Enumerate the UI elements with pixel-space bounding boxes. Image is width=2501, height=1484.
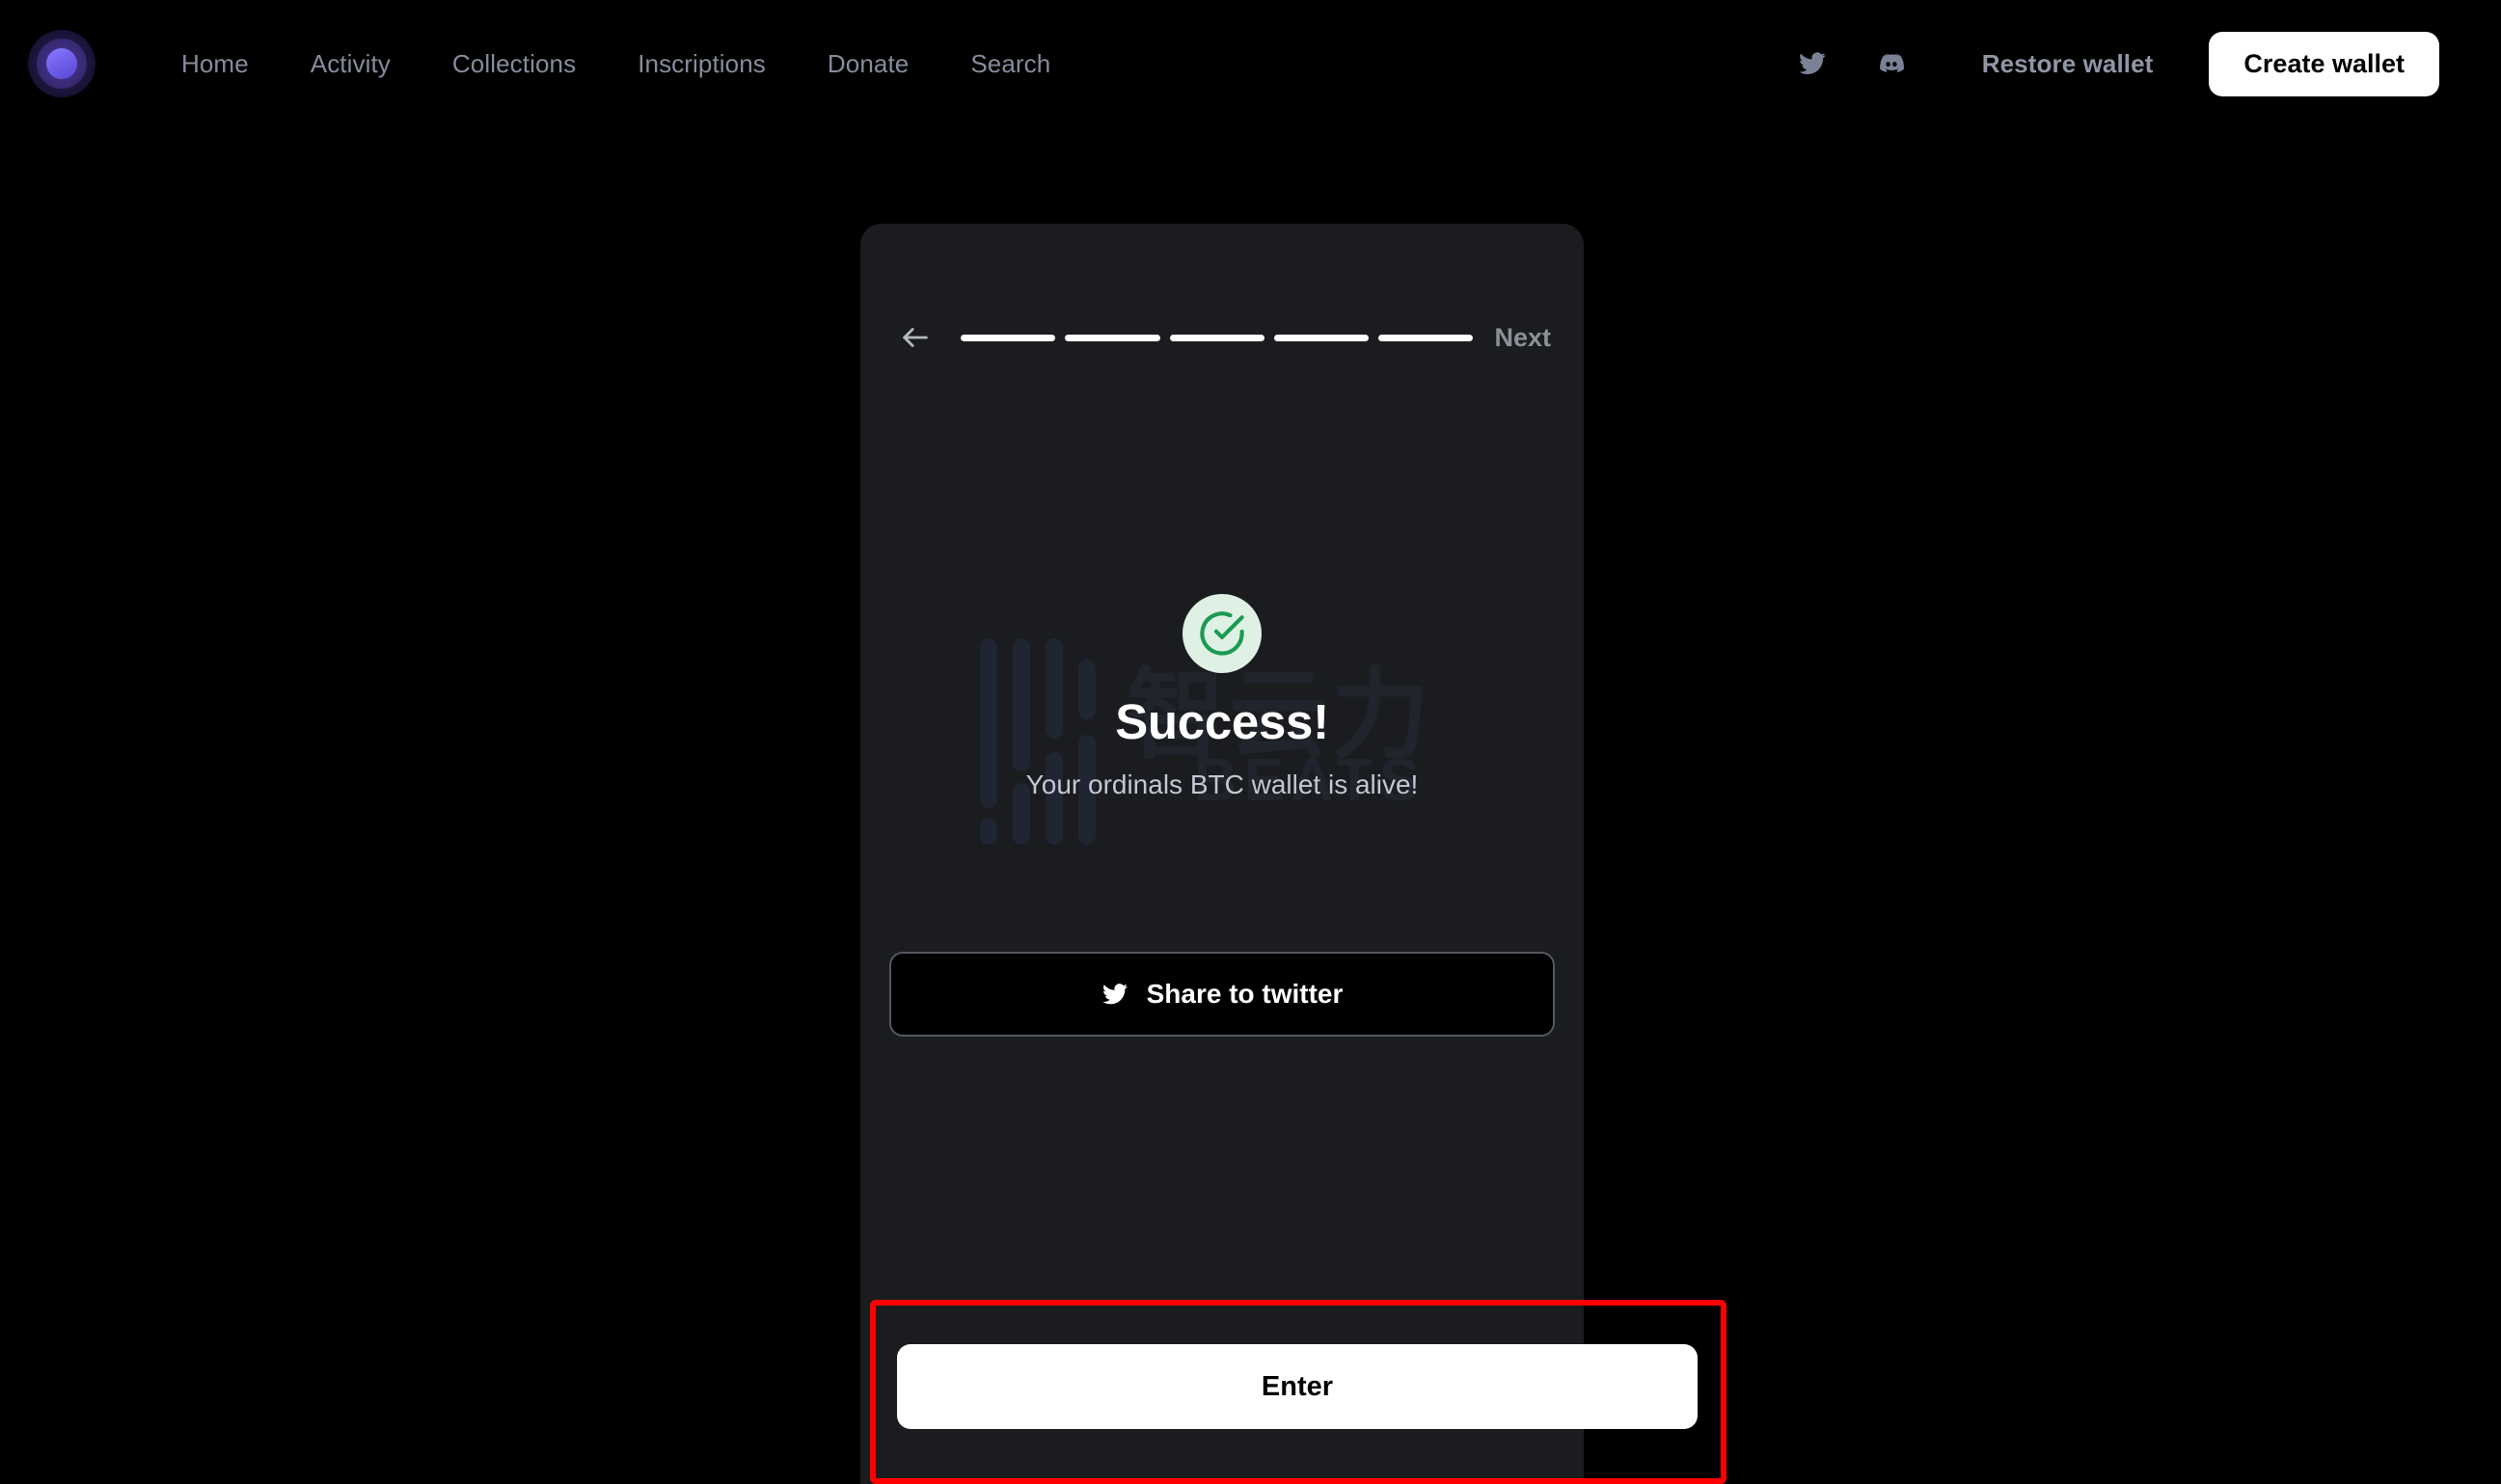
create-wallet-button[interactable]: Create wallet bbox=[2209, 31, 2439, 96]
step-bar-5 bbox=[1378, 334, 1474, 341]
nav-activity[interactable]: Activity bbox=[280, 49, 421, 79]
step-bar-4 bbox=[1273, 334, 1370, 341]
restore-wallet-button[interactable]: Restore wallet bbox=[1982, 49, 2154, 79]
check-circle-icon bbox=[1183, 594, 1262, 673]
discord-icon[interactable] bbox=[1870, 42, 1913, 85]
logo-core bbox=[46, 48, 77, 79]
ordinals-logo[interactable] bbox=[27, 29, 96, 98]
step-bar-2 bbox=[1065, 334, 1160, 341]
modal-header: Next bbox=[860, 309, 1584, 366]
step-bar-1 bbox=[961, 334, 1056, 341]
site-header: Home Activity Collections Inscriptions D… bbox=[0, 0, 2501, 127]
twitter-icon[interactable] bbox=[1791, 42, 1834, 85]
step-progress bbox=[961, 334, 1474, 341]
nav-home[interactable]: Home bbox=[150, 49, 280, 79]
success-subtitle: Your ordinals BTC wallet is alive! bbox=[1025, 769, 1419, 799]
share-to-twitter-button[interactable]: Share to twitter bbox=[889, 952, 1555, 1037]
step-bar-3 bbox=[1169, 334, 1264, 341]
nav-donate[interactable]: Donate bbox=[797, 49, 939, 79]
enter-button[interactable]: Enter bbox=[897, 1344, 1698, 1429]
arrow-left-icon[interactable] bbox=[893, 315, 938, 360]
main-navigation: Home Activity Collections Inscriptions D… bbox=[150, 0, 1081, 127]
share-to-twitter-label: Share to twitter bbox=[1146, 979, 1344, 1009]
wallet-setup-modal: Next 智云力 BEATS Success! Your ordinals BT… bbox=[860, 224, 1584, 1484]
watermark-bar bbox=[980, 818, 997, 845]
nav-collections[interactable]: Collections bbox=[421, 49, 607, 79]
next-button[interactable]: Next bbox=[1494, 323, 1551, 353]
app-root: Home Activity Collections Inscriptions D… bbox=[0, 0, 2501, 1484]
nav-search[interactable]: Search bbox=[939, 49, 1081, 79]
nav-inscriptions[interactable]: Inscriptions bbox=[607, 49, 797, 79]
twitter-icon bbox=[1101, 981, 1128, 1008]
success-title: Success! bbox=[1115, 694, 1329, 749]
header-actions: Restore wallet Create wallet bbox=[1791, 0, 2439, 127]
success-panel: Success! Your ordinals BTC wallet is ali… bbox=[860, 594, 1584, 800]
